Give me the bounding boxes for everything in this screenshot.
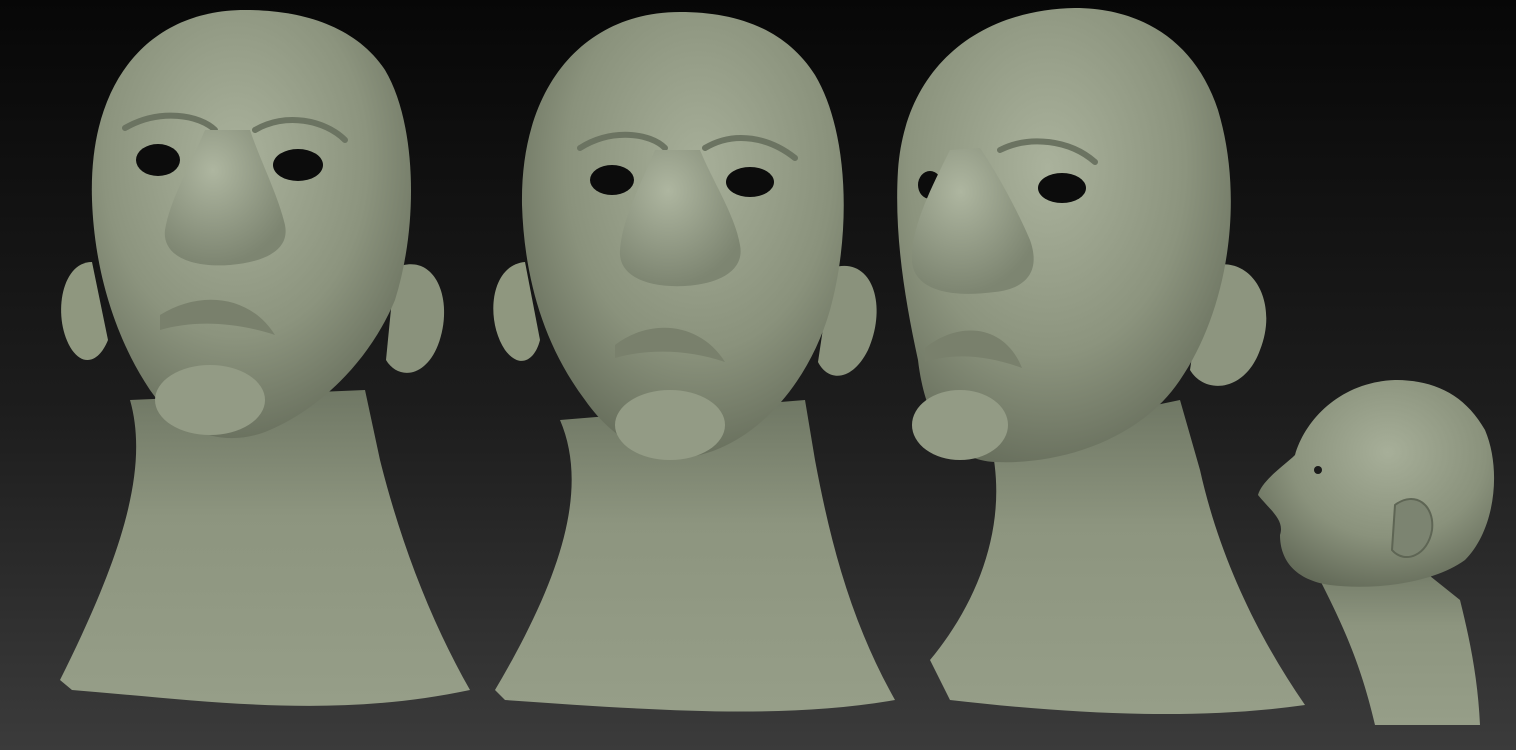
head-front-eye-left bbox=[136, 144, 180, 176]
head-3-chin bbox=[912, 390, 1008, 460]
head-2-eye-right bbox=[726, 167, 774, 197]
head-front-eye-right bbox=[273, 149, 323, 181]
render-viewport bbox=[0, 0, 1516, 750]
head-front-chin bbox=[155, 365, 265, 435]
head-2-eye-left bbox=[590, 165, 634, 195]
head-4-eye bbox=[1314, 466, 1322, 474]
head-2-chin bbox=[615, 390, 725, 460]
render-canvas bbox=[0, 0, 1516, 750]
head-3-eye-right bbox=[1038, 173, 1086, 203]
